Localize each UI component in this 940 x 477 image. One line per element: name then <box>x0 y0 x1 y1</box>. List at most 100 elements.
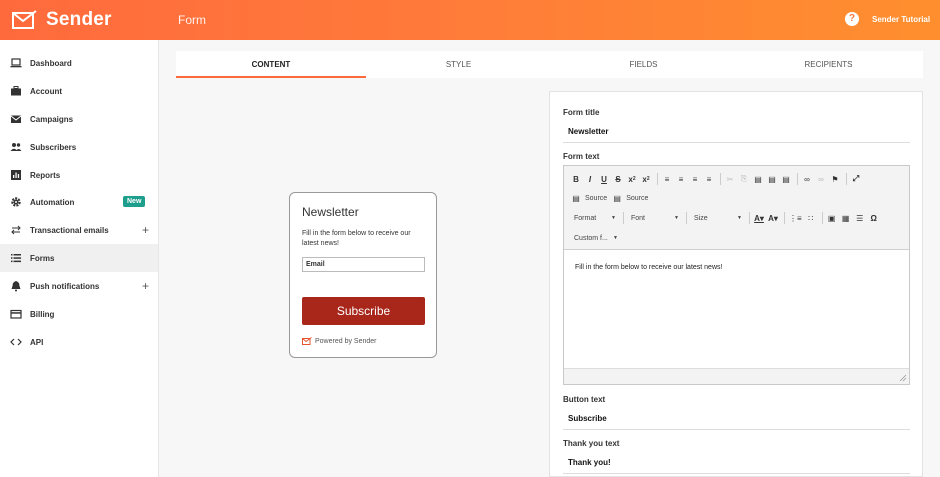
people-icon <box>10 141 22 153</box>
button-text-label: Button text <box>563 395 606 404</box>
powered-by-label: Powered by Sender <box>315 337 377 345</box>
source-button[interactable]: Source <box>625 191 652 205</box>
sidebar-item-automation[interactable]: Automation New <box>0 188 158 216</box>
maximize-icon[interactable]: ⤢ <box>850 172 862 186</box>
sidebar-item-label: Reports <box>30 170 61 180</box>
briefcase-icon <box>10 85 22 97</box>
editor-footer <box>564 368 909 384</box>
special-character-icon[interactable]: Ω <box>868 211 880 225</box>
background-color-icon[interactable]: A▾ <box>767 211 779 225</box>
subscript-icon[interactable]: x2 <box>626 172 638 186</box>
chevron-down-icon: ▼ <box>674 215 679 221</box>
sidebar-item-label: Subscribers <box>30 142 77 152</box>
expand-icon[interactable]: + <box>142 224 149 236</box>
expand-icon[interactable]: + <box>142 280 149 292</box>
align-justify-icon[interactable]: ≡ <box>703 172 715 186</box>
sidebar-item-label: Automation <box>30 197 75 207</box>
preview-email-field[interactable]: Email <box>302 257 425 272</box>
source-button[interactable]: Source <box>584 191 611 205</box>
format-dropdown[interactable]: Format ▼ <box>570 211 620 225</box>
text-color-icon[interactable]: A▾ <box>753 211 765 225</box>
sidebar-item-campaigns[interactable]: Campaigns <box>0 105 158 133</box>
preview-subscribe-button[interactable]: Subscribe <box>302 297 425 325</box>
italic-icon[interactable]: I <box>584 172 596 186</box>
tab-content[interactable]: CONTENT <box>176 51 366 78</box>
button-text-input[interactable]: Subscribe <box>563 412 910 430</box>
link-icon[interactable]: ∞ <box>801 172 813 186</box>
content-settings-panel: Form title Newsletter Form text B I U S … <box>549 91 923 477</box>
paste-icon[interactable]: ▤ <box>752 172 764 186</box>
sidebar-item-forms[interactable]: Forms <box>0 244 158 272</box>
copy-icon[interactable]: ⎘ <box>738 172 750 186</box>
horizontal-line-icon[interactable]: ☰ <box>854 211 866 225</box>
paste-word-icon[interactable]: ▤ <box>780 172 792 186</box>
logo[interactable]: Sender <box>12 9 112 31</box>
form-preview: Newsletter Fill in the form below to rec… <box>289 192 437 358</box>
sidebar-item-label: Push notifications <box>30 281 100 291</box>
powered-by: Powered by Sender <box>302 337 376 345</box>
sidebar-item-reports[interactable]: Reports <box>0 161 158 189</box>
sidebar-item-label: Campaigns <box>30 114 74 124</box>
toolbar-divider <box>720 173 721 185</box>
custom-font-dropdown[interactable]: Custom f... ▼ <box>570 231 622 245</box>
anchor-flag-icon[interactable]: ⚑ <box>829 172 841 186</box>
sidebar-item-push-notifications[interactable]: Push notifications + <box>0 272 158 300</box>
sidebar-item-dashboard[interactable]: Dashboard <box>0 49 158 77</box>
editor-toolbar: B I U S x2 x2 ≡ ≡ ≡ ≡ ✂ ⎘ ▤ ▤ ▤ ∞ ∞ ⚑ ⤢ … <box>564 166 909 250</box>
sidebar-item-label: Billing <box>30 309 55 319</box>
paste-text-icon[interactable]: ▤ <box>766 172 778 186</box>
cut-icon[interactable]: ✂ <box>724 172 736 186</box>
size-dropdown[interactable]: Size ▼ <box>690 211 746 225</box>
numbered-list-icon[interactable]: ⋮≡ <box>788 211 803 225</box>
user-menu[interactable]: Sender Tutorial <box>872 15 930 24</box>
code-icon <box>10 336 22 348</box>
chevron-down-icon: ▼ <box>737 215 742 221</box>
source-icon[interactable]: ▤ <box>611 191 623 205</box>
font-dropdown[interactable]: Font ▼ <box>627 211 683 225</box>
form-title-input[interactable]: Newsletter <box>563 125 910 143</box>
sidebar-item-api[interactable]: API <box>0 328 158 356</box>
sidebar-item-account[interactable]: Account <box>0 77 158 105</box>
sidebar-item-transactional-emails[interactable]: Transactional emails + <box>0 216 158 244</box>
underline-icon[interactable]: U <box>598 172 610 186</box>
form-tabs: CONTENT STYLE FIELDS RECIPIENTS <box>176 51 923 78</box>
resize-handle-icon[interactable] <box>899 374 907 382</box>
toolbar-divider <box>623 212 624 224</box>
unlink-icon[interactable]: ∞ <box>815 172 827 186</box>
table-icon[interactable]: ▦ <box>840 211 852 225</box>
align-left-icon[interactable]: ≡ <box>661 172 673 186</box>
sidebar-item-label: Dashboard <box>30 58 72 68</box>
toolbar-divider <box>821 212 823 224</box>
bulleted-list-icon[interactable]: ∷ <box>805 211 817 225</box>
superscript-icon[interactable]: x2 <box>640 172 652 186</box>
editor-body[interactable]: Fill in the form below to receive our la… <box>575 264 722 271</box>
app-name: Sender <box>46 9 112 30</box>
bold-icon[interactable]: B <box>570 172 582 186</box>
chevron-down-icon: ▼ <box>613 235 618 241</box>
strikethrough-icon[interactable]: S <box>612 172 624 186</box>
size-label: Size <box>694 214 708 222</box>
toolbar-divider <box>797 173 798 185</box>
sidebar-item-billing[interactable]: Billing <box>0 300 158 328</box>
sidebar-item-label: Transactional emails <box>30 225 109 235</box>
sidebar-item-subscribers[interactable]: Subscribers <box>0 133 158 161</box>
tab-recipients[interactable]: RECIPIENTS <box>736 51 921 78</box>
toolbar-divider <box>749 212 750 224</box>
page-title: Form <box>178 13 206 27</box>
help-icon[interactable]: ? <box>845 12 859 26</box>
top-bar: Sender Form ? Sender Tutorial <box>0 0 940 40</box>
custom-font-label: Custom f... <box>574 234 608 242</box>
font-label: Font <box>631 214 646 222</box>
align-center-icon[interactable]: ≡ <box>675 172 687 186</box>
toolbar-divider <box>784 212 785 224</box>
thank-you-text-input[interactable]: Thank you! <box>563 456 910 474</box>
align-right-icon[interactable]: ≡ <box>689 172 701 186</box>
image-icon[interactable]: ▣ <box>826 211 838 225</box>
preview-text: Fill in the form below to receive our la… <box>302 230 411 247</box>
source-icon[interactable]: ▤ <box>570 191 582 205</box>
tab-fields[interactable]: FIELDS <box>551 51 736 78</box>
chart-icon <box>10 169 22 181</box>
form-text-label: Form text <box>563 152 600 161</box>
thank-you-text-label: Thank you text <box>563 439 620 448</box>
tab-style[interactable]: STYLE <box>366 51 551 78</box>
